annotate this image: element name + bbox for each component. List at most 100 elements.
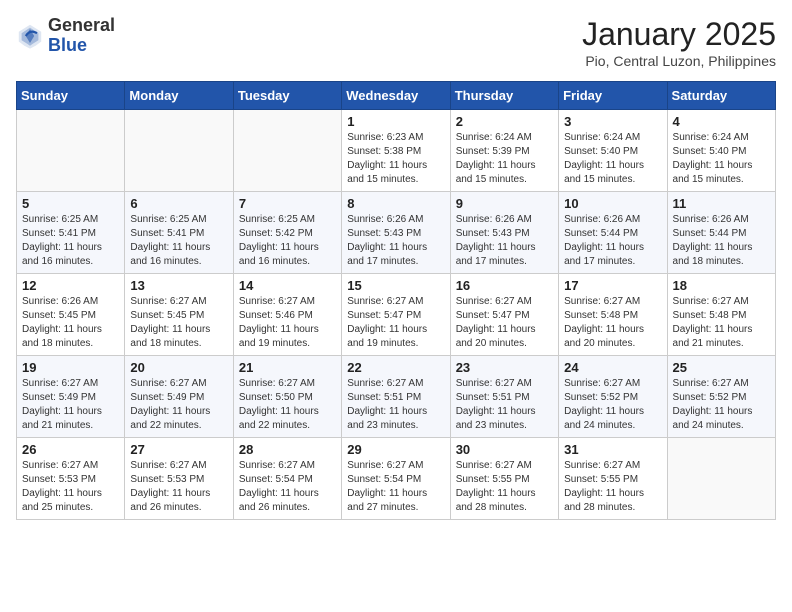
calendar-cell: 13Sunrise: 6:27 AMSunset: 5:45 PMDayligh… [125, 274, 233, 356]
calendar-header: SundayMondayTuesdayWednesdayThursdayFrid… [17, 82, 776, 110]
day-of-week-header: Sunday [17, 82, 125, 110]
day-info: Sunrise: 6:27 AMSunset: 5:48 PMDaylight:… [564, 295, 661, 351]
day-info: Sunrise: 6:27 AMSunset: 5:53 PMDaylight:… [130, 459, 227, 515]
calendar-table: SundayMondayTuesdayWednesdayThursdayFrid… [16, 81, 776, 520]
day-of-week-header: Monday [125, 82, 233, 110]
day-info: Sunrise: 6:27 AMSunset: 5:52 PMDaylight:… [564, 377, 661, 433]
calendar-week-row: 12 Sunrise: 6:26 AMSunset: 5:45 PMDayligh… [17, 274, 776, 356]
logo-icon [16, 22, 44, 50]
day-of-week-header: Thursday [450, 82, 558, 110]
calendar-week-row: 1Sunrise: 6:23 AMSunset: 5:38 PMDaylight… [17, 110, 776, 192]
day-number: 8 [347, 196, 444, 211]
day-info: Sunrise: 6:27 AMSunset: 5:49 PMDaylight:… [130, 377, 227, 433]
calendar-cell: 27 Sunrise: 6:27 AMSunset: 5:53 PMDayligh… [125, 438, 233, 520]
calendar-cell: 25 Sunrise: 6:27 AMSunset: 5:52 PMDayligh… [667, 356, 775, 438]
day-of-week-header: Friday [559, 82, 667, 110]
calendar-cell: 30 Sunrise: 6:27 AMSunset: 5:55 PMDayligh… [450, 438, 558, 520]
day-info: Sunrise: 6:26 AMSunset: 5:45 PMDaylight:… [22, 295, 119, 351]
calendar-cell: 31 Sunrise: 6:27 AMSunset: 5:55 PMDayligh… [559, 438, 667, 520]
day-number: 10 [564, 196, 661, 211]
calendar-week-row: 5Sunrise: 6:25 AMSunset: 5:41 PMDaylight… [17, 192, 776, 274]
calendar-cell: 4Sunrise: 6:24 AMSunset: 5:40 PMDaylight… [667, 110, 775, 192]
calendar-cell: 2 Sunrise: 6:24 AMSunset: 5:39 PMDaylight… [450, 110, 558, 192]
calendar-cell: 19Sunrise: 6:27 AMSunset: 5:49 PMDayligh… [17, 356, 125, 438]
day-number: 17 [564, 278, 661, 293]
day-of-week-header: Wednesday [342, 82, 450, 110]
calendar-cell: 26 Sunrise: 6:27 AMSunset: 5:53 PMDayligh… [17, 438, 125, 520]
day-number: 9 [456, 196, 553, 211]
day-number: 27 [130, 442, 227, 457]
calendar-cell [667, 438, 775, 520]
day-info: Sunrise: 6:26 AMSunset: 5:44 PMDaylight:… [673, 213, 770, 269]
calendar-cell: 18Sunrise: 6:27 AMSunset: 5:48 PMDayligh… [667, 274, 775, 356]
title-block: January 2025 Pio, Central Luzon, Philipp… [582, 16, 776, 69]
calendar-cell [125, 110, 233, 192]
day-number: 15 [347, 278, 444, 293]
calendar-cell: 22Sunrise: 6:27 AMSunset: 5:51 PMDayligh… [342, 356, 450, 438]
day-info: Sunrise: 6:27 AMSunset: 5:49 PMDaylight:… [22, 377, 119, 433]
calendar-cell [233, 110, 341, 192]
day-number: 3 [564, 114, 661, 129]
calendar-cell: 23 Sunrise: 6:27 AMSunset: 5:51 PMDayligh… [450, 356, 558, 438]
day-number: 23 [456, 360, 553, 375]
day-number: 29 [347, 442, 444, 457]
day-number: 1 [347, 114, 444, 129]
day-number: 12 [22, 278, 119, 293]
day-number: 26 [22, 442, 119, 457]
day-number: 25 [673, 360, 770, 375]
day-info: Sunrise: 6:27 AMSunset: 5:54 PMDaylight:… [239, 459, 336, 515]
day-number: 14 [239, 278, 336, 293]
calendar-cell: 9Sunrise: 6:26 AMSunset: 5:43 PMDaylight… [450, 192, 558, 274]
calendar-cell: 8 Sunrise: 6:26 AMSunset: 5:43 PMDaylight… [342, 192, 450, 274]
day-number: 30 [456, 442, 553, 457]
day-info: Sunrise: 6:27 AMSunset: 5:52 PMDaylight:… [673, 377, 770, 433]
calendar-body: 1Sunrise: 6:23 AMSunset: 5:38 PMDaylight… [17, 110, 776, 520]
day-number: 24 [564, 360, 661, 375]
day-info: Sunrise: 6:24 AMSunset: 5:40 PMDaylight:… [564, 131, 661, 187]
day-number: 28 [239, 442, 336, 457]
day-info: Sunrise: 6:24 AMSunset: 5:40 PMDaylight:… [673, 131, 770, 187]
day-info: Sunrise: 6:27 AMSunset: 5:55 PMDaylight:… [564, 459, 661, 515]
day-number: 21 [239, 360, 336, 375]
calendar-cell [17, 110, 125, 192]
day-info: Sunrise: 6:27 AMSunset: 5:48 PMDaylight:… [673, 295, 770, 351]
day-header-row: SundayMondayTuesdayWednesdayThursdayFrid… [17, 82, 776, 110]
day-number: 16 [456, 278, 553, 293]
logo-general-text: General [48, 15, 115, 35]
month-title: January 2025 [582, 16, 776, 53]
day-number: 20 [130, 360, 227, 375]
day-info: Sunrise: 6:27 AMSunset: 5:51 PMDaylight:… [347, 377, 444, 433]
calendar-cell: 20 Sunrise: 6:27 AMSunset: 5:49 PMDayligh… [125, 356, 233, 438]
day-info: Sunrise: 6:24 AMSunset: 5:39 PMDaylight:… [456, 131, 553, 187]
calendar-cell: 21 Sunrise: 6:27 AMSunset: 5:50 PMDayligh… [233, 356, 341, 438]
calendar-cell: 1Sunrise: 6:23 AMSunset: 5:38 PMDaylight… [342, 110, 450, 192]
day-info: Sunrise: 6:27 AMSunset: 5:47 PMDaylight:… [347, 295, 444, 351]
day-number: 7 [239, 196, 336, 211]
day-info: Sunrise: 6:25 AMSunset: 5:41 PMDaylight:… [22, 213, 119, 269]
day-info: Sunrise: 6:27 AMSunset: 5:51 PMDaylight:… [456, 377, 553, 433]
calendar-cell: 3 Sunrise: 6:24 AMSunset: 5:40 PMDaylight… [559, 110, 667, 192]
calendar-cell: 15 Sunrise: 6:27 AMSunset: 5:47 PMDayligh… [342, 274, 450, 356]
day-info: Sunrise: 6:27 AMSunset: 5:54 PMDaylight:… [347, 459, 444, 515]
day-of-week-header: Tuesday [233, 82, 341, 110]
day-info: Sunrise: 6:27 AMSunset: 5:53 PMDaylight:… [22, 459, 119, 515]
logo-blue-text: Blue [48, 35, 87, 55]
calendar-week-row: 19Sunrise: 6:27 AMSunset: 5:49 PMDayligh… [17, 356, 776, 438]
calendar-cell: 6Sunrise: 6:25 AMSunset: 5:41 PMDaylight… [125, 192, 233, 274]
day-info: Sunrise: 6:27 AMSunset: 5:47 PMDaylight:… [456, 295, 553, 351]
day-info: Sunrise: 6:26 AMSunset: 5:43 PMDaylight:… [347, 213, 444, 269]
day-info: Sunrise: 6:27 AMSunset: 5:45 PMDaylight:… [130, 295, 227, 351]
day-number: 2 [456, 114, 553, 129]
day-info: Sunrise: 6:27 AMSunset: 5:46 PMDaylight:… [239, 295, 336, 351]
calendar-cell: 29 Sunrise: 6:27 AMSunset: 5:54 PMDayligh… [342, 438, 450, 520]
calendar-cell: 24 Sunrise: 6:27 AMSunset: 5:52 PMDayligh… [559, 356, 667, 438]
day-info: Sunrise: 6:27 AMSunset: 5:55 PMDaylight:… [456, 459, 553, 515]
page-header: General Blue January 2025 Pio, Central L… [16, 16, 776, 69]
day-info: Sunrise: 6:27 AMSunset: 5:50 PMDaylight:… [239, 377, 336, 433]
calendar-cell: 5Sunrise: 6:25 AMSunset: 5:41 PMDaylight… [17, 192, 125, 274]
day-number: 31 [564, 442, 661, 457]
calendar-cell: 17 Sunrise: 6:27 AMSunset: 5:48 PMDayligh… [559, 274, 667, 356]
day-info: Sunrise: 6:26 AMSunset: 5:44 PMDaylight:… [564, 213, 661, 269]
calendar-week-row: 26 Sunrise: 6:27 AMSunset: 5:53 PMDayligh… [17, 438, 776, 520]
day-info: Sunrise: 6:25 AMSunset: 5:42 PMDaylight:… [239, 213, 336, 269]
